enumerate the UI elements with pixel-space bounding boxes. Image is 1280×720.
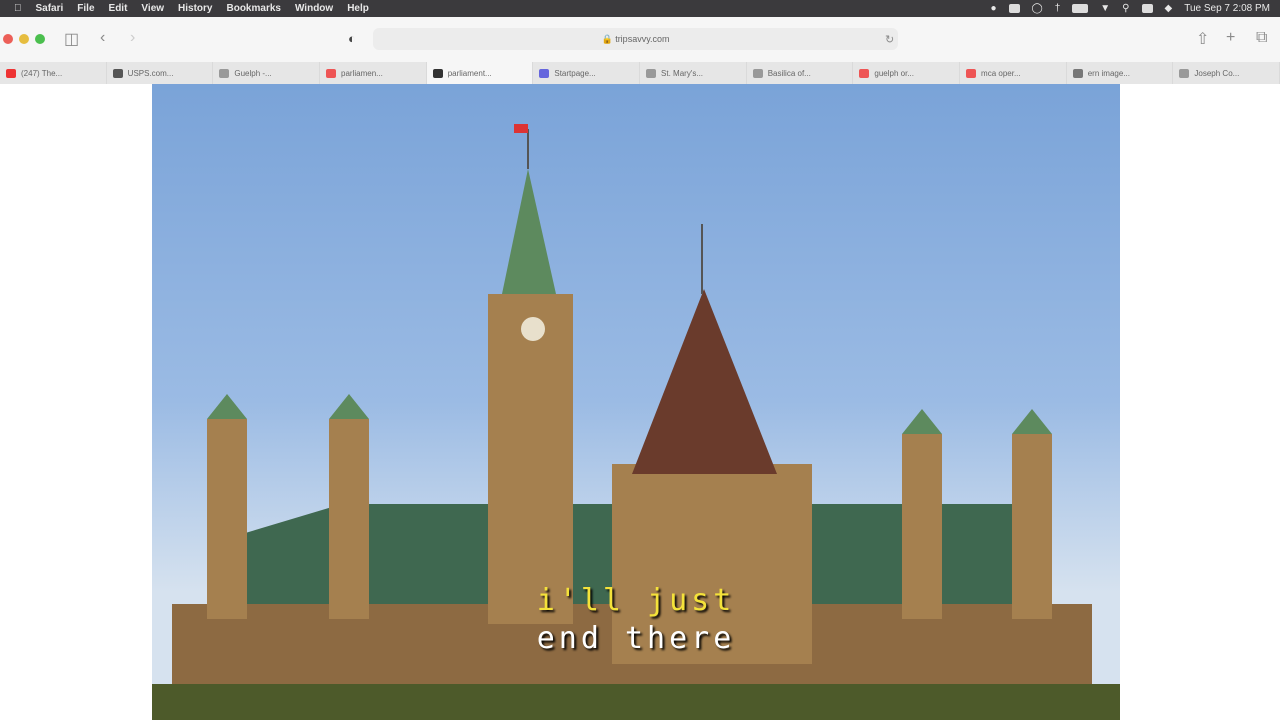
tab-label: USPS.com...	[127, 68, 174, 78]
clock[interactable]: Tue Sep 7 2:08 PM	[1184, 3, 1270, 14]
tab-label: Guelph -...	[234, 68, 272, 78]
menu-app[interactable]: Safari	[36, 3, 64, 14]
tab-label: Basilica of...	[767, 68, 811, 78]
favicon-icon	[219, 68, 230, 78]
tab-3[interactable]: parliamen...	[320, 62, 427, 84]
tab-overview-icon[interactable]: ⧉	[1256, 29, 1267, 47]
sync-icon[interactable]: ◯	[1032, 3, 1043, 14]
browser-toolbar: ◫ ‹ › ◐ 🔒 tripsavvy.com ↻ ⇧ + ⧉	[0, 17, 1280, 62]
favicon-icon	[646, 68, 657, 78]
tab-bar: (247) The... USPS.com... Guelph -... parlia…	[0, 62, 1280, 84]
tab-7[interactable]: Basilica of...	[747, 62, 854, 84]
tab-label: parliamen...	[341, 68, 383, 78]
tab-11[interactable]: Joseph Co...	[1173, 62, 1280, 84]
new-tab-icon[interactable]: +	[1226, 29, 1235, 47]
siri-icon[interactable]: ◆	[1165, 3, 1173, 14]
menu-edit[interactable]: Edit	[109, 3, 128, 14]
tab-label: St. Mary's...	[661, 68, 704, 78]
tab-0[interactable]: (247) The...	[0, 62, 107, 84]
favicon-icon	[966, 68, 977, 78]
apple-icon[interactable]: 	[14, 3, 22, 14]
tab-4[interactable]: parliament...	[426, 62, 534, 84]
menu-bar:  Safari File Edit View History Bookmark…	[0, 0, 1280, 17]
favicon-icon	[859, 68, 870, 78]
favicon-icon	[752, 68, 763, 78]
tab-label: guelph or...	[874, 68, 914, 78]
menu-view[interactable]: View	[141, 3, 164, 14]
tab-1[interactable]: USPS.com...	[107, 62, 214, 84]
favicon-icon	[112, 68, 123, 78]
wifi-icon[interactable]: ▼	[1100, 3, 1110, 14]
tab-label: Startpage...	[554, 68, 596, 78]
zoom-button[interactable]	[35, 34, 45, 44]
video-caption: i'll just end there	[152, 582, 1120, 658]
favicon-icon	[432, 68, 443, 78]
search-icon[interactable]: ⚲	[1122, 3, 1129, 14]
battery-icon[interactable]	[1072, 4, 1089, 13]
tab-9[interactable]: mca oper...	[960, 62, 1067, 84]
bluetooth-icon[interactable]: †	[1055, 3, 1061, 14]
menu-bookmarks[interactable]: Bookmarks	[226, 3, 280, 14]
caption-line-2: end there	[536, 621, 736, 656]
grid-icon[interactable]	[1008, 4, 1020, 13]
forward-icon[interactable]: ›	[130, 29, 135, 47]
tab-2[interactable]: Guelph -...	[213, 62, 321, 84]
menu-file[interactable]: File	[77, 3, 94, 14]
url-text: tripsavvy.com	[615, 34, 670, 44]
share-icon[interactable]: ⇧	[1196, 29, 1209, 49]
tab-5[interactable]: Startpage...	[533, 62, 641, 84]
record-icon[interactable]: ●	[990, 3, 996, 14]
favicon-icon	[539, 68, 550, 78]
menu-history[interactable]: History	[178, 3, 212, 14]
tab-6[interactable]: St. Mary's...	[640, 62, 747, 84]
control-center-icon[interactable]	[1141, 4, 1153, 13]
tab-label: Joseph Co...	[1194, 68, 1240, 78]
tab-label: (247) The...	[21, 68, 63, 78]
back-icon[interactable]: ‹	[100, 29, 105, 47]
tab-10[interactable]: ern image...	[1067, 62, 1174, 84]
close-button[interactable]	[3, 34, 13, 44]
sidebar-icon[interactable]: ◫	[64, 29, 79, 49]
tab-label: mca oper...	[981, 68, 1021, 78]
menu-help[interactable]: Help	[347, 3, 369, 14]
tab-label: parliament...	[447, 68, 492, 78]
favicon-icon	[326, 68, 337, 78]
menu-window[interactable]: Window	[295, 3, 333, 14]
favicon-icon	[1072, 68, 1083, 78]
tab-8[interactable]: guelph or...	[853, 62, 961, 84]
reload-icon[interactable]: ↻	[885, 33, 894, 46]
tab-label: ern image...	[1087, 68, 1130, 78]
favicon-icon	[6, 68, 16, 78]
caption-line-1: i'll just	[536, 583, 736, 618]
favicon-icon	[1179, 68, 1190, 78]
privacy-shield-icon[interactable]: ◐	[348, 31, 356, 46]
address-bar[interactable]: 🔒 tripsavvy.com	[373, 28, 898, 50]
minimize-button[interactable]	[19, 34, 29, 44]
